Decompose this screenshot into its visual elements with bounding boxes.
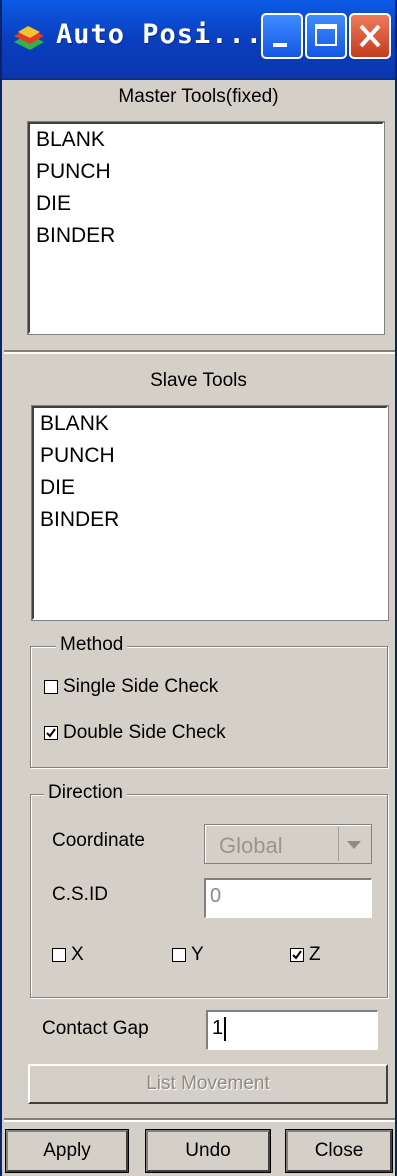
chevron-down-icon — [347, 841, 361, 849]
single-side-check-option[interactable]: Single Side Check — [44, 676, 218, 698]
divider — [4, 350, 395, 354]
close-window-button[interactable] — [349, 13, 391, 59]
maximize-button[interactable] — [305, 13, 347, 59]
csid-label: C.S.ID — [52, 884, 108, 905]
axis-x-label: X — [71, 944, 84, 965]
list-item[interactable]: BLANK — [30, 124, 382, 156]
list-item[interactable]: BLANK — [34, 408, 386, 440]
list-movement-button[interactable]: List Movement — [28, 1064, 388, 1104]
divider — [4, 1118, 395, 1122]
text-caret — [224, 1016, 227, 1041]
app-icon — [14, 26, 44, 50]
axis-y-option[interactable]: Y — [172, 944, 204, 966]
axis-x-checkbox[interactable] — [52, 948, 66, 962]
contact-gap-field[interactable]: 1 — [206, 1010, 378, 1050]
slave-tools-list[interactable]: BLANK PUNCH DIE BINDER — [31, 405, 389, 621]
csid-field[interactable]: 0 — [204, 878, 372, 918]
list-item[interactable]: PUNCH — [30, 156, 382, 188]
list-item[interactable]: BINDER — [34, 504, 386, 536]
double-side-check-option[interactable]: Double Side Check — [44, 722, 226, 744]
close-button[interactable]: Close — [285, 1129, 393, 1173]
double-side-checkbox[interactable] — [44, 726, 58, 740]
axis-z-option[interactable]: Z — [290, 944, 321, 966]
contact-gap-label: Contact Gap — [42, 1018, 149, 1039]
auto-position-window: Auto Posi... Master Tools(fixed) BLANK P… — [0, 0, 397, 1176]
maximize-icon — [315, 24, 337, 46]
axis-y-label: Y — [191, 944, 204, 965]
axis-y-checkbox[interactable] — [172, 948, 186, 962]
coordinate-select[interactable]: Global — [204, 824, 372, 864]
list-item[interactable]: DIE — [30, 188, 382, 220]
minimize-icon — [273, 43, 287, 47]
master-tools-title: Master Tools(fixed) — [118, 86, 279, 107]
direction-group-title: Direction — [44, 782, 127, 804]
slave-tools-title: Slave Tools — [150, 370, 247, 391]
double-side-check-label: Double Side Check — [63, 722, 226, 743]
master-tools-list[interactable]: BLANK PUNCH DIE BINDER — [27, 121, 385, 335]
method-group — [30, 646, 388, 768]
minimize-button[interactable] — [261, 13, 303, 59]
coordinate-select-value: Global — [219, 833, 283, 858]
coordinate-label: Coordinate — [52, 830, 145, 851]
dropdown-arrow[interactable] — [338, 827, 369, 861]
contact-gap-value: 1 — [212, 1017, 224, 1039]
axis-z-label: Z — [309, 944, 321, 965]
apply-button[interactable]: Apply — [5, 1129, 129, 1173]
window-title: Auto Posi... — [56, 19, 264, 50]
single-side-check-label: Single Side Check — [63, 676, 219, 697]
checkmark-icon — [292, 950, 302, 960]
list-item[interactable]: DIE — [34, 472, 386, 504]
list-item[interactable]: BINDER — [30, 220, 382, 252]
axis-z-checkbox[interactable] — [290, 948, 304, 962]
title-bar[interactable]: Auto Posi... — [2, 0, 395, 80]
method-group-title: Method — [56, 634, 128, 656]
list-item[interactable]: PUNCH — [34, 440, 386, 472]
checkmark-icon — [46, 728, 56, 738]
single-side-checkbox[interactable] — [44, 680, 58, 694]
undo-button[interactable]: Undo — [145, 1129, 271, 1173]
close-icon — [359, 24, 381, 48]
axis-x-option[interactable]: X — [52, 944, 84, 966]
